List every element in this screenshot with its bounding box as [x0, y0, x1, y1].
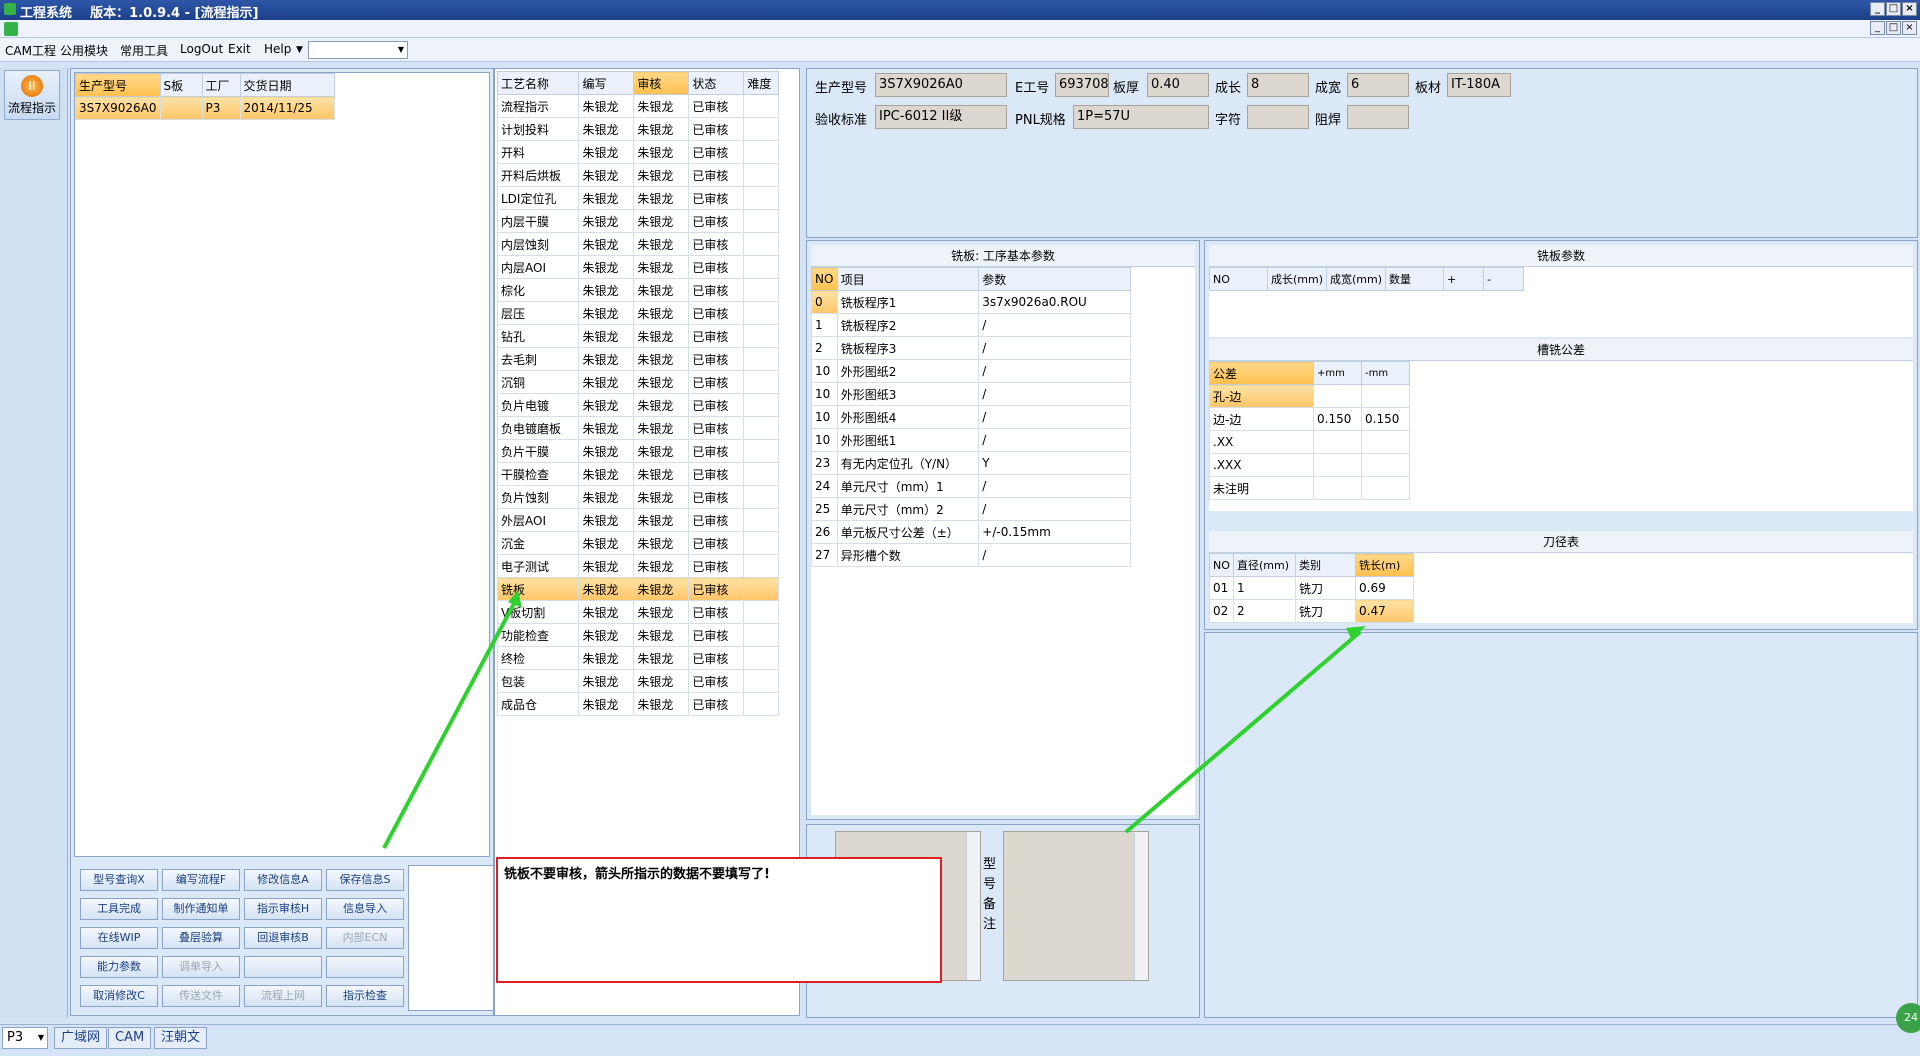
- factory-select[interactable]: P3 ▼: [2, 1027, 48, 1049]
- clock-badge: 24: [1896, 1003, 1920, 1033]
- status-bar: P3 ▼ 广域网 CAM 汪朝文 24: [0, 1003, 1920, 1056]
- arrow-line-left: [382, 595, 520, 849]
- annotation-arrows: [382, 590, 1366, 849]
- arrow-line-right: [1124, 630, 1362, 834]
- tab-cam[interactable]: CAM: [108, 1027, 152, 1049]
- tab-user[interactable]: 汪朝文: [154, 1027, 208, 1049]
- tab-wan[interactable]: 广域网: [54, 1027, 108, 1049]
- factory-chevron-down-icon: ▼: [37, 1033, 44, 1042]
- factory-value: P3: [7, 1030, 24, 1045]
